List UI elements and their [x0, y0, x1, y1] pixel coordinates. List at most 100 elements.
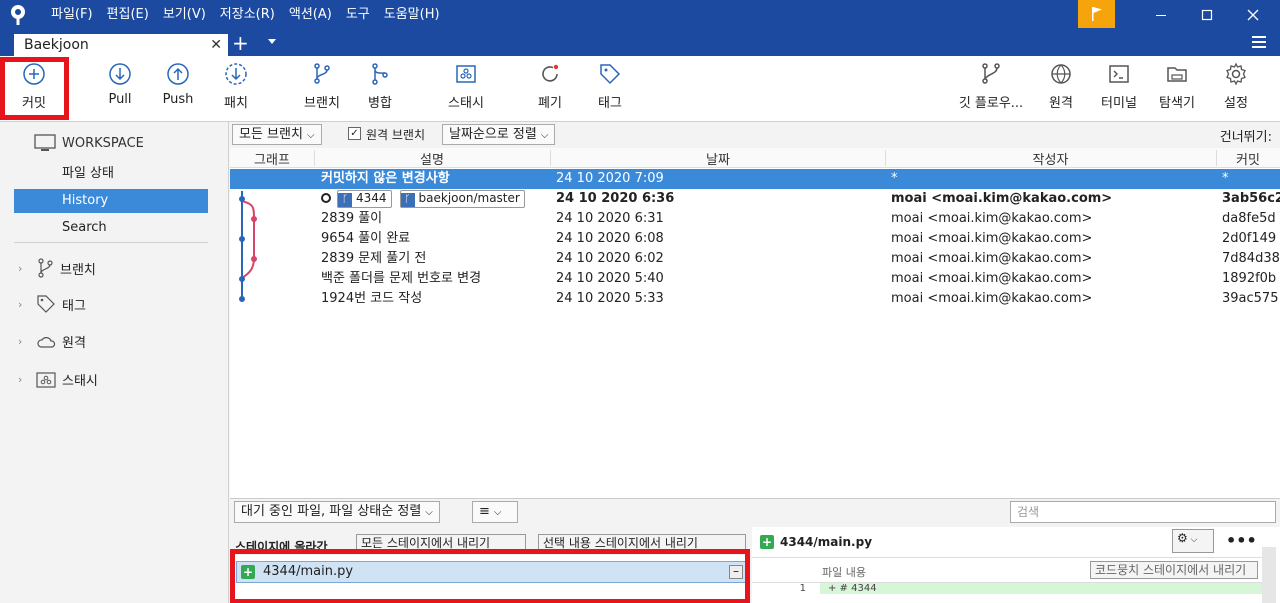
tag-button[interactable]: 태그 — [580, 62, 640, 111]
sidebar-group-stashes[interactable]: › 스태시 — [18, 370, 98, 389]
menu-repository[interactable]: 저장소(R) — [213, 0, 282, 30]
tab-bar: Baekjoon ✕ + — [0, 30, 1280, 56]
column-header: 그래프 설명 날짜 작성자 커밋 — [230, 148, 1280, 168]
branch-label-baekjoon-master[interactable]: ᚴ baekjoon/master — [399, 190, 525, 208]
remote-branch-checkbox[interactable]: ✓ — [348, 127, 361, 140]
unstage-hunk-button[interactable]: 코드뭉치 스테이지에서 내리기 — [1090, 561, 1258, 579]
diff-line: 1 + # 4344 — [752, 583, 1262, 599]
chevron-down-icon: ⌵ — [306, 130, 315, 141]
hamburger-menu-icon[interactable] — [1252, 36, 1266, 48]
commit-hash: 39ac575 — [1222, 291, 1279, 306]
stash-icon — [36, 371, 56, 388]
toolbar: 커밋 Pull Push 패치 브랜치 병합 스태시 폐기 태그 깃 플로우..… — [0, 56, 1280, 122]
column-author[interactable]: 작성자 — [885, 149, 1216, 168]
commit-description: 1924번 코드 작성 — [321, 291, 423, 306]
commit-hash: 7d84d38 — [1222, 251, 1280, 266]
maximize-button[interactable] — [1184, 0, 1230, 30]
branch-ref-name: 4344 — [356, 191, 387, 205]
explorer-label: 탐색기 — [1159, 96, 1195, 111]
history-panel: 모든 브랜치 ⌵ ✓ 원격 브랜치 날짜순으로 정렬 ⌵ 건너뛰기: 그래프 설명 … — [230, 122, 1280, 498]
sourcetree-logo-icon — [0, 0, 36, 30]
commit-author: moai <moai.kim@kakao.com> — [891, 271, 1093, 286]
view-mode-dropdown[interactable]: ≡ ⌵ — [472, 501, 518, 523]
commit-hash: da8fe5d — [1222, 211, 1276, 226]
branch-button[interactable]: 브랜치 — [292, 62, 352, 111]
merge-button[interactable]: 병합 — [350, 62, 410, 111]
menu-edit[interactable]: 편집(E) — [100, 0, 156, 30]
explorer-button[interactable]: 탐색기 — [1147, 62, 1207, 111]
tag-icon — [600, 64, 621, 85]
diff-panel: + 4344/main.py ⚙ ⌵ ••• 파일 내용 코드뭉치 스테이지에서… — [752, 527, 1280, 603]
settings-label: 설정 — [1224, 96, 1248, 111]
sort-dropdown[interactable]: 날짜순으로 정렬 ⌵ — [442, 124, 556, 145]
commit-author: moai <moai.kim@kakao.com> — [891, 231, 1093, 246]
sidebar-group-tags[interactable]: › 태그 — [18, 294, 86, 314]
branch-filter-dropdown[interactable]: 모든 브랜치 ⌵ — [232, 124, 322, 145]
stash-button[interactable]: 스태시 — [436, 62, 496, 111]
menu-view[interactable]: 보기(V) — [156, 0, 213, 30]
diff-file-name: 4344/main.py — [780, 535, 873, 549]
git-flow-icon — [982, 63, 1000, 84]
sidebar-item-history[interactable]: History — [14, 189, 208, 213]
chevron-right-icon: › — [18, 335, 23, 348]
search-input[interactable]: 검색 — [1010, 501, 1276, 523]
discard-button[interactable]: 폐기 — [520, 62, 580, 111]
commit-highlight-box — [0, 57, 69, 120]
column-graph[interactable]: 그래프 — [230, 149, 314, 168]
monitor-icon — [34, 134, 56, 151]
column-description[interactable]: 설명 — [314, 149, 550, 168]
add-tab-button[interactable]: + — [232, 33, 249, 53]
minimize-button[interactable] — [1138, 0, 1184, 30]
flag-icon[interactable] — [1078, 0, 1115, 28]
sidebar-group-branches[interactable]: › 브랜치 — [18, 258, 96, 278]
sidebar-item-file-status[interactable]: 파일 상태 — [14, 162, 208, 186]
commit-row-uncommitted[interactable]: 커밋하지 않은 변경사항 24 10 2020 7:09 * * — [230, 169, 1280, 189]
fetch-button[interactable]: 패치 — [206, 62, 266, 111]
table-row[interactable]: 2839 문제 풀기 전 24 10 2020 6:02 moai <moai.… — [230, 249, 1280, 269]
table-row[interactable]: ᚴ 4344 ᚴ baekjoon/master 24 10 2020 6:36 mo… — [230, 189, 1280, 209]
tab-close-icon[interactable]: ✕ — [210, 34, 222, 56]
commit-description: 커밋하지 않은 변경사항 — [321, 171, 450, 186]
pull-button[interactable]: Pull — [90, 62, 150, 107]
table-row[interactable]: 1924번 코드 작성 24 10 2020 5:33 moai <moai.k… — [230, 289, 1280, 309]
head-marker-icon — [321, 193, 331, 203]
settings-button[interactable]: 설정 — [1206, 62, 1266, 111]
table-row[interactable]: 백준 폴더를 문제 번호로 변경 24 10 2020 5:40 moai <m… — [230, 269, 1280, 289]
commit-description: 2839 풀이 — [321, 211, 383, 226]
tab-dropdown-icon[interactable] — [268, 39, 276, 44]
sort-value: 날짜순으로 정렬 — [449, 127, 537, 142]
push-icon — [167, 63, 189, 85]
more-options-icon[interactable]: ••• — [1226, 531, 1257, 550]
diff-scrollbar[interactable] — [1262, 547, 1276, 603]
workspace-label: WORKSPACE — [62, 135, 144, 151]
menu-help[interactable]: 도움말(H) — [377, 0, 447, 30]
chevron-right-icon: › — [18, 373, 23, 386]
diff-line-code: + # 4344 — [820, 583, 1262, 594]
column-date[interactable]: 날짜 — [550, 149, 886, 168]
commit-date: 24 10 2020 7:09 — [556, 171, 664, 186]
sidebar-item-search[interactable]: Search — [14, 216, 208, 240]
tag-label: 태그 — [598, 96, 622, 111]
remote-button[interactable]: 원격 — [1031, 62, 1091, 111]
commit-author: moai <moai.kim@kakao.com> — [891, 251, 1093, 266]
pending-sort-value: 대기 중인 파일, 파일 상태순 정렬 — [241, 504, 422, 519]
sidebar-group-remotes[interactable]: › 원격 — [18, 332, 86, 351]
git-flow-label: 깃 플로우... — [958, 96, 1024, 111]
fetch-label: 패치 — [224, 96, 248, 111]
menu-file[interactable]: 파일(F) — [44, 0, 100, 30]
close-window-button[interactable] — [1230, 0, 1276, 30]
diff-options-dropdown[interactable]: ⚙ ⌵ — [1172, 529, 1214, 553]
table-row[interactable]: 2839 풀이 24 10 2020 6:31 moai <moai.kim@k… — [230, 209, 1280, 229]
pending-sort-dropdown[interactable]: 대기 중인 파일, 파일 상태순 정렬 ⌵ — [234, 501, 440, 523]
git-flow-button[interactable]: 깃 플로우... — [954, 62, 1028, 111]
commit-refs: ᚴ 4344 ᚴ baekjoon/master — [321, 189, 533, 209]
branch-label-4344[interactable]: ᚴ 4344 — [337, 190, 392, 208]
table-row[interactable]: 9654 풀이 완료 24 10 2020 6:08 moai <moai.ki… — [230, 229, 1280, 249]
tab-label: Baekjoon — [24, 37, 89, 53]
tab-baekjoon[interactable]: Baekjoon ✕ — [14, 34, 228, 56]
terminal-button[interactable]: 터미널 — [1089, 62, 1149, 111]
column-commit[interactable]: 커밋 — [1216, 149, 1280, 168]
menu-tools[interactable]: 도구 — [339, 0, 377, 30]
push-button[interactable]: Push — [148, 62, 208, 107]
menu-actions[interactable]: 액션(A) — [282, 0, 339, 30]
